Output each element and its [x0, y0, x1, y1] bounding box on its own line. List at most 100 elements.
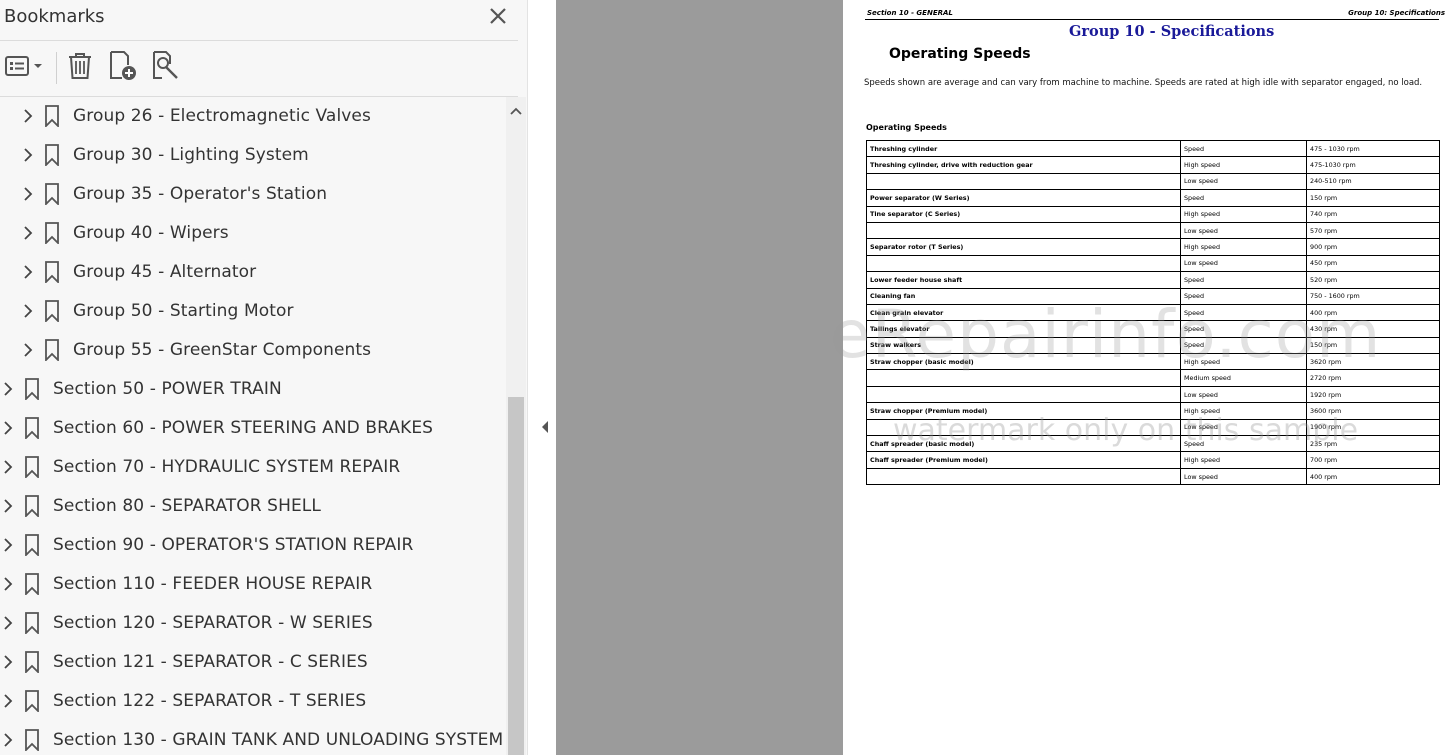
chevron-right-icon[interactable]	[20, 342, 36, 358]
chevron-right-icon[interactable]	[20, 147, 36, 163]
component-cell: Threshing cylinder, drive with reduction…	[866, 156, 1181, 174]
collapse-panel-icon[interactable]	[538, 418, 552, 436]
chevron-right-icon[interactable]	[20, 186, 36, 202]
bookmark-label: Section 110 - FEEDER HOUSE REPAIR	[53, 574, 373, 594]
table-row: Tine separator (C Series) High speed 740 r…	[866, 205, 1440, 223]
speed-mode-cell: Low speed	[1180, 385, 1307, 404]
chevron-right-icon[interactable]	[20, 303, 36, 319]
chevron-right-icon[interactable]	[0, 498, 16, 514]
bookmark-label: Section 50 - POWER TRAIN	[53, 379, 282, 399]
chevron-right-icon[interactable]	[0, 693, 16, 709]
bookmark-item[interactable]: Group 40 - Wipers	[0, 214, 505, 253]
table-row: Power separator (W Series) Speed 150 rpm	[866, 189, 1440, 207]
component-cell: Chaff spreader (Premium model)	[866, 451, 1181, 469]
close-icon[interactable]	[486, 4, 510, 28]
scroll-thumb[interactable]	[508, 397, 524, 755]
bookmark-item[interactable]: Section 122 - SEPARATOR - T SERIES	[0, 682, 505, 721]
chevron-right-icon[interactable]	[0, 615, 16, 631]
chevron-right-icon[interactable]	[20, 264, 36, 280]
panel-splitter[interactable]	[527, 0, 535, 755]
chevron-right-icon[interactable]	[0, 381, 16, 397]
bookmark-item[interactable]: Section 130 - GRAIN TANK AND UNLOADING S…	[0, 721, 505, 755]
bookmark-icon	[23, 534, 41, 558]
bookmark-label: Group 55 - GreenStar Components	[73, 340, 372, 360]
bookmark-icon	[23, 495, 41, 519]
table-row: Low speed 570 rpm	[866, 221, 1440, 240]
chevron-right-icon[interactable]	[0, 537, 16, 553]
speed-value-cell: 1920 rpm	[1306, 385, 1440, 404]
component-cell	[866, 467, 1181, 486]
intro-paragraph: Speeds shown are average and can vary fr…	[864, 78, 1423, 88]
add-bookmark-button[interactable]	[107, 50, 139, 86]
table-row: Separator rotor (T Series) High speed 900 …	[866, 238, 1440, 256]
speed-value-cell: 150 rpm	[1306, 189, 1440, 207]
bookmark-item[interactable]: Group 35 - Operator's Station	[0, 175, 505, 214]
delete-bookmark-button[interactable]	[66, 50, 94, 86]
bookmark-options-button[interactable]	[4, 50, 46, 86]
speed-mode-cell: Low speed	[1180, 467, 1307, 486]
speed-value-cell: 740 rpm	[1306, 205, 1440, 223]
speed-value-cell: 475-1030 rpm	[1306, 156, 1440, 174]
chevron-right-icon[interactable]	[0, 654, 16, 670]
bookmark-item[interactable]: Section 50 - POWER TRAIN	[0, 370, 505, 409]
table-row: Lower feeder house shaft Speed 520 rpm	[866, 271, 1440, 289]
bookmark-icon	[23, 378, 41, 402]
bookmark-search-button[interactable]	[150, 50, 180, 86]
page-header-left: Section 10 - GENERAL	[867, 9, 953, 17]
bookmark-label: Section 120 - SEPARATOR - W SERIES	[53, 613, 373, 633]
bookmark-item[interactable]: Group 55 - GreenStar Components	[0, 331, 505, 370]
bookmark-item[interactable]: Group 30 - Lighting System	[0, 136, 505, 175]
chevron-right-icon[interactable]	[0, 420, 16, 436]
bookmark-label: Section 121 - SEPARATOR - C SERIES	[53, 652, 368, 672]
chevron-right-icon[interactable]	[0, 459, 16, 475]
component-cell	[866, 221, 1181, 240]
chevron-right-icon[interactable]	[0, 732, 16, 748]
header-rule	[865, 19, 1439, 20]
bookmark-item[interactable]: Section 110 - FEEDER HOUSE REPAIR	[0, 565, 505, 604]
bookmark-icon	[23, 417, 41, 441]
bookmark-list: Group 26 - Electromagnetic Valves Group 3…	[0, 97, 505, 755]
speed-mode-cell: Low speed	[1180, 172, 1307, 191]
bookmark-label: Section 60 - POWER STEERING AND BRAKES	[53, 418, 434, 438]
table-row: Low speed 400 rpm	[866, 467, 1440, 486]
bookmark-item[interactable]: Section 121 - SEPARATOR - C SERIES	[0, 643, 505, 682]
bookmark-item[interactable]: Group 50 - Starting Motor	[0, 292, 505, 331]
add-bookmark-icon	[107, 50, 139, 87]
speed-value-cell: 400 rpm	[1306, 467, 1440, 486]
bookmark-item[interactable]: Section 60 - POWER STEERING AND BRAKES	[0, 409, 505, 448]
bookmark-item[interactable]: Group 45 - Alternator	[0, 253, 505, 292]
bookmark-label: Group 40 - Wipers	[73, 223, 229, 243]
speed-value-cell: 900 rpm	[1306, 238, 1440, 256]
scroll-up-icon[interactable]	[508, 103, 524, 119]
bookmark-icon	[43, 300, 61, 324]
component-cell: Lower feeder house shaft	[866, 271, 1181, 289]
chevron-right-icon[interactable]	[20, 225, 36, 241]
bookmarks-toolbar	[0, 44, 518, 94]
bookmark-label: Group 50 - Starting Motor	[73, 301, 294, 321]
table-row: Low speed 1920 rpm	[866, 385, 1440, 404]
speed-mode-cell: Speed	[1180, 189, 1307, 207]
chevron-right-icon[interactable]	[20, 108, 36, 124]
speed-value-cell: 700 rpm	[1306, 451, 1440, 469]
bookmark-icon	[23, 729, 41, 753]
bookmark-item[interactable]: Section 90 - OPERATOR'S STATION REPAIR	[0, 526, 505, 565]
speed-mode-cell: Speed	[1180, 271, 1307, 289]
viewer-background	[556, 0, 843, 755]
speed-value-cell: 450 rpm	[1306, 254, 1440, 273]
bookmark-item[interactable]: Section 70 - HYDRAULIC SYSTEM REPAIR	[0, 448, 505, 487]
speed-value-cell: 570 rpm	[1306, 221, 1440, 240]
bookmark-icon	[43, 105, 61, 129]
component-cell	[866, 254, 1181, 273]
component-cell	[866, 172, 1181, 191]
table-row: Low speed 450 rpm	[866, 254, 1440, 273]
bookmark-icon	[23, 612, 41, 636]
group-title: Group 10 - Specifications	[1069, 23, 1275, 40]
bookmark-item[interactable]: Section 80 - SEPARATOR SHELL	[0, 487, 505, 526]
bookmarks-scrollbar[interactable]	[506, 97, 526, 755]
trash-icon	[66, 51, 94, 86]
bookmark-item[interactable]: Section 120 - SEPARATOR - W SERIES	[0, 604, 505, 643]
bookmark-item[interactable]: Group 26 - Electromagnetic Valves	[0, 97, 505, 136]
divider	[0, 40, 518, 41]
bookmark-icon	[43, 261, 61, 285]
chevron-right-icon[interactable]	[0, 576, 16, 592]
